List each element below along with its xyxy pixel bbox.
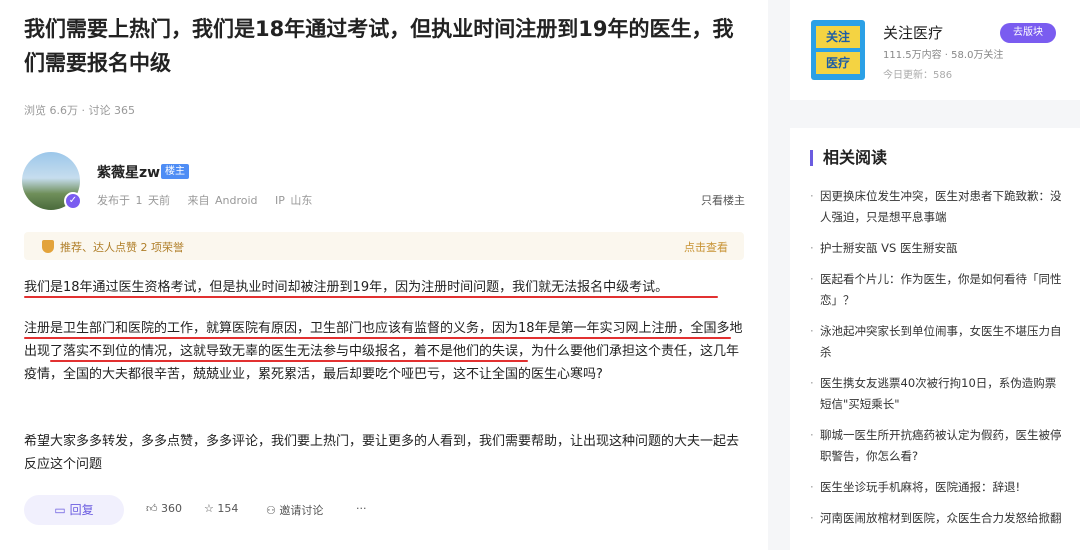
board-logo-line-2: 医疗 — [816, 52, 860, 74]
related-reading-panel: 相关阅读 因更换床位发生冲突，医生对患者下跪致歉：没人强迫，只是想平息事端 护士… — [790, 128, 1080, 550]
post-panel: 我们需要上热门，我们是18年通过考试，但执业时间注册到19年的医生，我们需要报名… — [0, 0, 768, 550]
related-list: 因更换床位发生冲突，医生对患者下跪致歉：没人强迫，只是想平息事端 护士掰安瓿 V… — [810, 186, 1066, 539]
go-to-board-button[interactable]: 去版块 — [1000, 23, 1056, 43]
related-item[interactable]: 医起看个片儿：作为医生，你是如何看待「同性恋」？ — [810, 269, 1066, 311]
reply-button[interactable]: ▭ 回复 — [24, 495, 124, 525]
invite-discussion-button[interactable]: ⚇ 邀请讨论 — [266, 502, 323, 518]
related-item[interactable]: 河南医闹放棺材到医院，众医生合力发怒给掀翻 — [810, 508, 1066, 529]
post-meta-row: 发布于 1 天前 来自 Android IP 山东 — [97, 192, 324, 208]
verified-icon: ✓ — [64, 192, 82, 210]
shield-icon — [42, 240, 54, 253]
board-stats: 111.5万内容 · 58.0万关注 — [883, 50, 1004, 61]
honor-view-link[interactable]: 点击查看 — [684, 239, 728, 255]
publish-time: 发布于 1 天前 — [97, 194, 170, 207]
ip-location: IP 山东 — [275, 194, 313, 207]
board-update-count: 今日更新：586 — [883, 70, 953, 81]
reply-label: 回复 — [69, 503, 94, 517]
board-card: 关注 医疗 关注医疗 111.5万内容 · 58.0万关注 今日更新：586 去… — [790, 0, 1080, 100]
related-item[interactable]: 泳池起冲突家长到单位闹事，女医生不堪压力自杀 — [810, 321, 1066, 363]
user-icon: ⚇ — [266, 504, 280, 517]
star-icon: ☆ — [204, 502, 218, 515]
comment-icon: ▭ — [54, 503, 70, 517]
related-item[interactable]: 护士掰安瓿 VS 医生掰安瓿 — [810, 238, 1066, 259]
post-view-stats: 浏览 6.6万 · 讨论 365 — [24, 104, 135, 117]
honor-bar: 推荐、达人点赞 2 项荣誉 点击查看 — [24, 232, 744, 260]
op-badge: 楼主 — [161, 164, 189, 179]
favorite-count: 154 — [217, 502, 239, 515]
like-button[interactable]: 👍︎ 360 — [146, 502, 182, 515]
board-logo[interactable]: 关注 医疗 — [811, 20, 865, 80]
more-button[interactable]: ··· — [356, 502, 367, 515]
related-item[interactable]: 医生坐诊玩手机麻将，医院通报：辞退! — [810, 477, 1066, 498]
author-name[interactable]: 紫薇星zw — [97, 162, 160, 182]
like-count: 360 — [161, 502, 182, 515]
invite-label: 邀请讨论 — [279, 504, 324, 517]
thumbs-up-icon: 👍︎ — [146, 502, 161, 515]
related-item[interactable]: 因更换床位发生冲突，医生对患者下跪致歉：没人强迫，只是想平息事端 — [810, 186, 1066, 228]
author-avatar[interactable]: ✓ — [22, 152, 82, 210]
underline-mark — [24, 337, 731, 339]
post-paragraph-2: 注册是卫生部门和医院的工作，就算医院有原因，卫生部门也应该有监督的义务，因为18… — [24, 321, 743, 382]
underline-mark — [24, 296, 718, 298]
related-item[interactable]: 聊城一医生所开抗癌药被认定为假药，医生被停职警告，你怎么看? — [810, 425, 1066, 467]
only-op-button[interactable]: 只看楼主 — [701, 192, 745, 208]
related-item[interactable]: 医生携女友逃票40次被行拘10日，系伪造购票短信"买短乘长" — [810, 373, 1066, 415]
board-logo-line-1: 关注 — [816, 26, 860, 48]
post-actions: ▭ 回复 👍︎ 360 ☆ 154 ⚇ 邀请讨论 ··· — [24, 495, 544, 525]
favorite-button[interactable]: ☆ 154 — [204, 502, 238, 515]
post-paragraph-3: 希望大家多多转发，多多点赞，多多评论，我们要上热门，要让更多的人看到，我们需要帮… — [24, 434, 740, 472]
honor-text: 推荐、达人点赞 2 项荣誉 — [60, 241, 184, 254]
post-title: 我们需要上热门，我们是18年通过考试，但执业时间注册到19年的医生，我们需要报名… — [24, 17, 734, 75]
underline-mark — [50, 360, 528, 362]
post-source: 来自 Android — [187, 194, 258, 207]
board-name[interactable]: 关注医疗 — [883, 22, 943, 43]
related-heading: 相关阅读 — [810, 150, 887, 166]
